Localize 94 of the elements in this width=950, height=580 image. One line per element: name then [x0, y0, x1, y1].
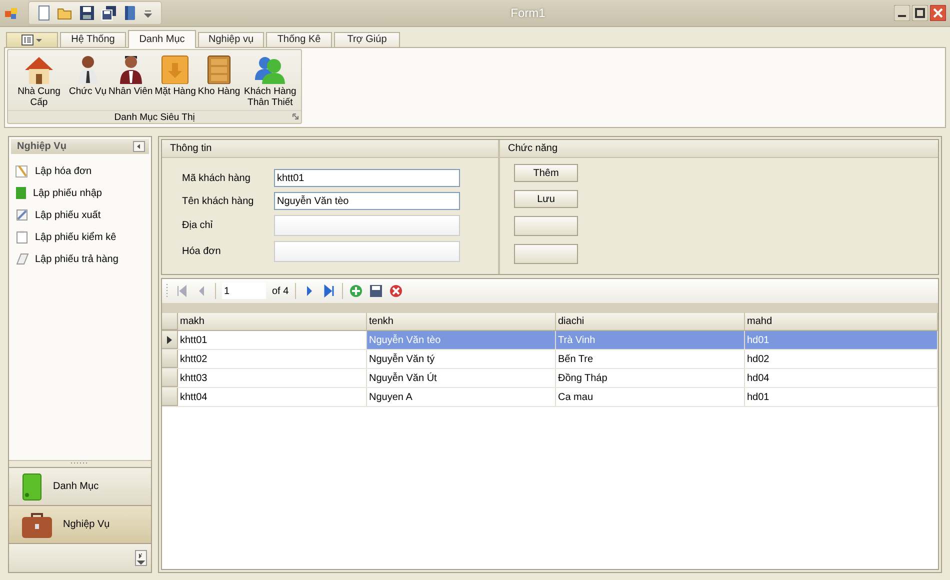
- cabinet-icon: [206, 54, 232, 84]
- close-icon[interactable]: [930, 5, 946, 21]
- briefcase-icon: [21, 510, 53, 538]
- clipboard-icon: [15, 230, 29, 244]
- ribbon-button[interactable]: Kho Hàng: [196, 52, 242, 110]
- row-header[interactable]: [162, 331, 178, 349]
- pane-title: Nghiệp Vụ: [17, 141, 66, 152]
- table-cell: Nguyễn Văn tý: [367, 350, 556, 368]
- table-cell: hd01: [745, 331, 938, 349]
- ribbon-button[interactable]: Nhân Viên: [108, 52, 154, 110]
- overflow-menu-icon[interactable]: [135, 550, 147, 566]
- delete-icon[interactable]: [388, 284, 403, 298]
- nav-item[interactable]: Lập hóa đơn: [15, 160, 151, 182]
- box-icon: [160, 54, 190, 84]
- book-icon: [15, 186, 27, 200]
- blurred-field[interactable]: [274, 241, 460, 262]
- table-cell: Ca mau: [556, 388, 745, 406]
- app-menu-button[interactable]: [6, 32, 58, 47]
- current-row-icon: [167, 336, 172, 344]
- first-record-icon[interactable]: [175, 284, 189, 298]
- pages-icon: [15, 252, 29, 266]
- ribbon-tab[interactable]: Thống Kê: [266, 32, 332, 47]
- pencil-note-icon: [15, 164, 29, 178]
- action-button[interactable]: Thêm: [514, 164, 578, 182]
- ribbon-tab[interactable]: Hệ Thống: [60, 32, 126, 47]
- last-record-icon[interactable]: [322, 284, 336, 298]
- new-document-icon[interactable]: [37, 5, 51, 21]
- save-icon[interactable]: [79, 5, 95, 21]
- field-label: Tên khách hàng: [182, 196, 255, 206]
- ribbon-tab[interactable]: Trợ Giúp: [334, 32, 400, 47]
- table-row[interactable]: khtt03 Nguyễn Văn Út Đồng Tháp hd04: [162, 369, 938, 388]
- record-count: of 4: [272, 286, 289, 296]
- person-icon: [76, 54, 100, 84]
- input-field[interactable]: Nguyễn Văn tèo: [274, 192, 460, 210]
- app-icon[interactable]: [4, 6, 18, 20]
- ribbon-tab[interactable]: Nghiệp vụ: [198, 32, 264, 47]
- table-cell: Nguyễn Văn tèo: [367, 331, 556, 349]
- table-cell: Trà Vinh: [556, 331, 745, 349]
- field-label: Hóa đơn: [182, 246, 222, 257]
- column-header: mahd: [745, 313, 938, 330]
- table-cell: hd02: [745, 350, 938, 368]
- action-button[interactable]: Lưu: [514, 190, 578, 208]
- panel-title: Thông tin: [170, 143, 212, 154]
- ribbon-tab[interactable]: Danh Mục: [128, 30, 196, 48]
- group-title: Danh Mục Siêu Thị: [114, 112, 195, 122]
- dropdown-arrow-icon[interactable]: [143, 8, 153, 18]
- field-label: Địa chỉ: [182, 220, 214, 231]
- table-cell: Đồng Tháp: [556, 369, 745, 387]
- blurred-field[interactable]: [274, 215, 460, 236]
- window-title: Form1: [510, 6, 546, 20]
- note-pencil-icon: [15, 208, 29, 222]
- nav-section-button[interactable]: Nghiệp Vụ: [9, 505, 151, 543]
- table-cell: khtt02: [178, 350, 367, 368]
- toolbar-grip-icon[interactable]: [166, 283, 169, 299]
- input-field[interactable]: khtt01: [274, 169, 460, 187]
- nav-item[interactable]: Lập phiếu kiểm kê: [15, 226, 151, 248]
- nav-item[interactable]: Lập phiếu nhập: [15, 182, 151, 204]
- table-cell: Nguyễn Văn Út: [367, 369, 556, 387]
- table-cell: hd04: [745, 369, 938, 387]
- table-cell: hd01: [745, 388, 938, 406]
- nav-section-button[interactable]: Danh Mục: [9, 467, 151, 505]
- add-icon[interactable]: [348, 284, 363, 298]
- ribbon-button[interactable]: Mặt Hàng: [154, 52, 197, 110]
- book-icon: [21, 472, 43, 500]
- table-row[interactable]: khtt04 Nguyen A Ca mau hd01: [162, 388, 938, 407]
- panel-title: Chức năng: [508, 143, 558, 154]
- dialog-launcher-icon[interactable]: [292, 113, 300, 120]
- nav-item[interactable]: Lập phiếu xuất: [15, 204, 151, 226]
- users-icon: [254, 54, 286, 84]
- ribbon-button[interactable]: Khách Hàng Thân Thiết: [241, 52, 300, 110]
- table-row[interactable]: khtt01 Nguyễn Văn tèo Trà Vinh hd01: [162, 331, 938, 350]
- column-header: diachi: [556, 313, 745, 330]
- table-cell: Nguyen A: [367, 388, 556, 406]
- person-icon: [118, 54, 144, 84]
- table-cell: khtt03: [178, 369, 367, 387]
- column-header: tenkh: [367, 313, 556, 330]
- blurred-button[interactable]: [514, 216, 578, 236]
- field-label: Mã khách hàng: [182, 172, 252, 184]
- save-all-icon[interactable]: [101, 5, 117, 21]
- save-icon[interactable]: [368, 284, 383, 298]
- position-field[interactable]: 1: [222, 283, 266, 299]
- table-row[interactable]: khtt02 Nguyễn Văn tý Bến Tre hd02: [162, 350, 938, 369]
- ribbon-button[interactable]: Nhà Cung Cấp: [10, 52, 68, 110]
- nav-item[interactable]: Lập phiếu trả hàng: [15, 248, 151, 270]
- splitter-grip-icon[interactable]: [70, 461, 90, 465]
- book-icon[interactable]: [123, 5, 137, 21]
- collapse-icon[interactable]: [133, 141, 145, 152]
- blurred-button[interactable]: [514, 244, 578, 264]
- minimize-icon[interactable]: [894, 5, 910, 21]
- table-cell: Bến Tre: [556, 350, 745, 368]
- maximize-icon[interactable]: [912, 5, 928, 21]
- ribbon-button[interactable]: Chức Vụ: [68, 52, 108, 110]
- column-header: makh: [178, 313, 367, 330]
- table-cell: khtt04: [178, 388, 367, 406]
